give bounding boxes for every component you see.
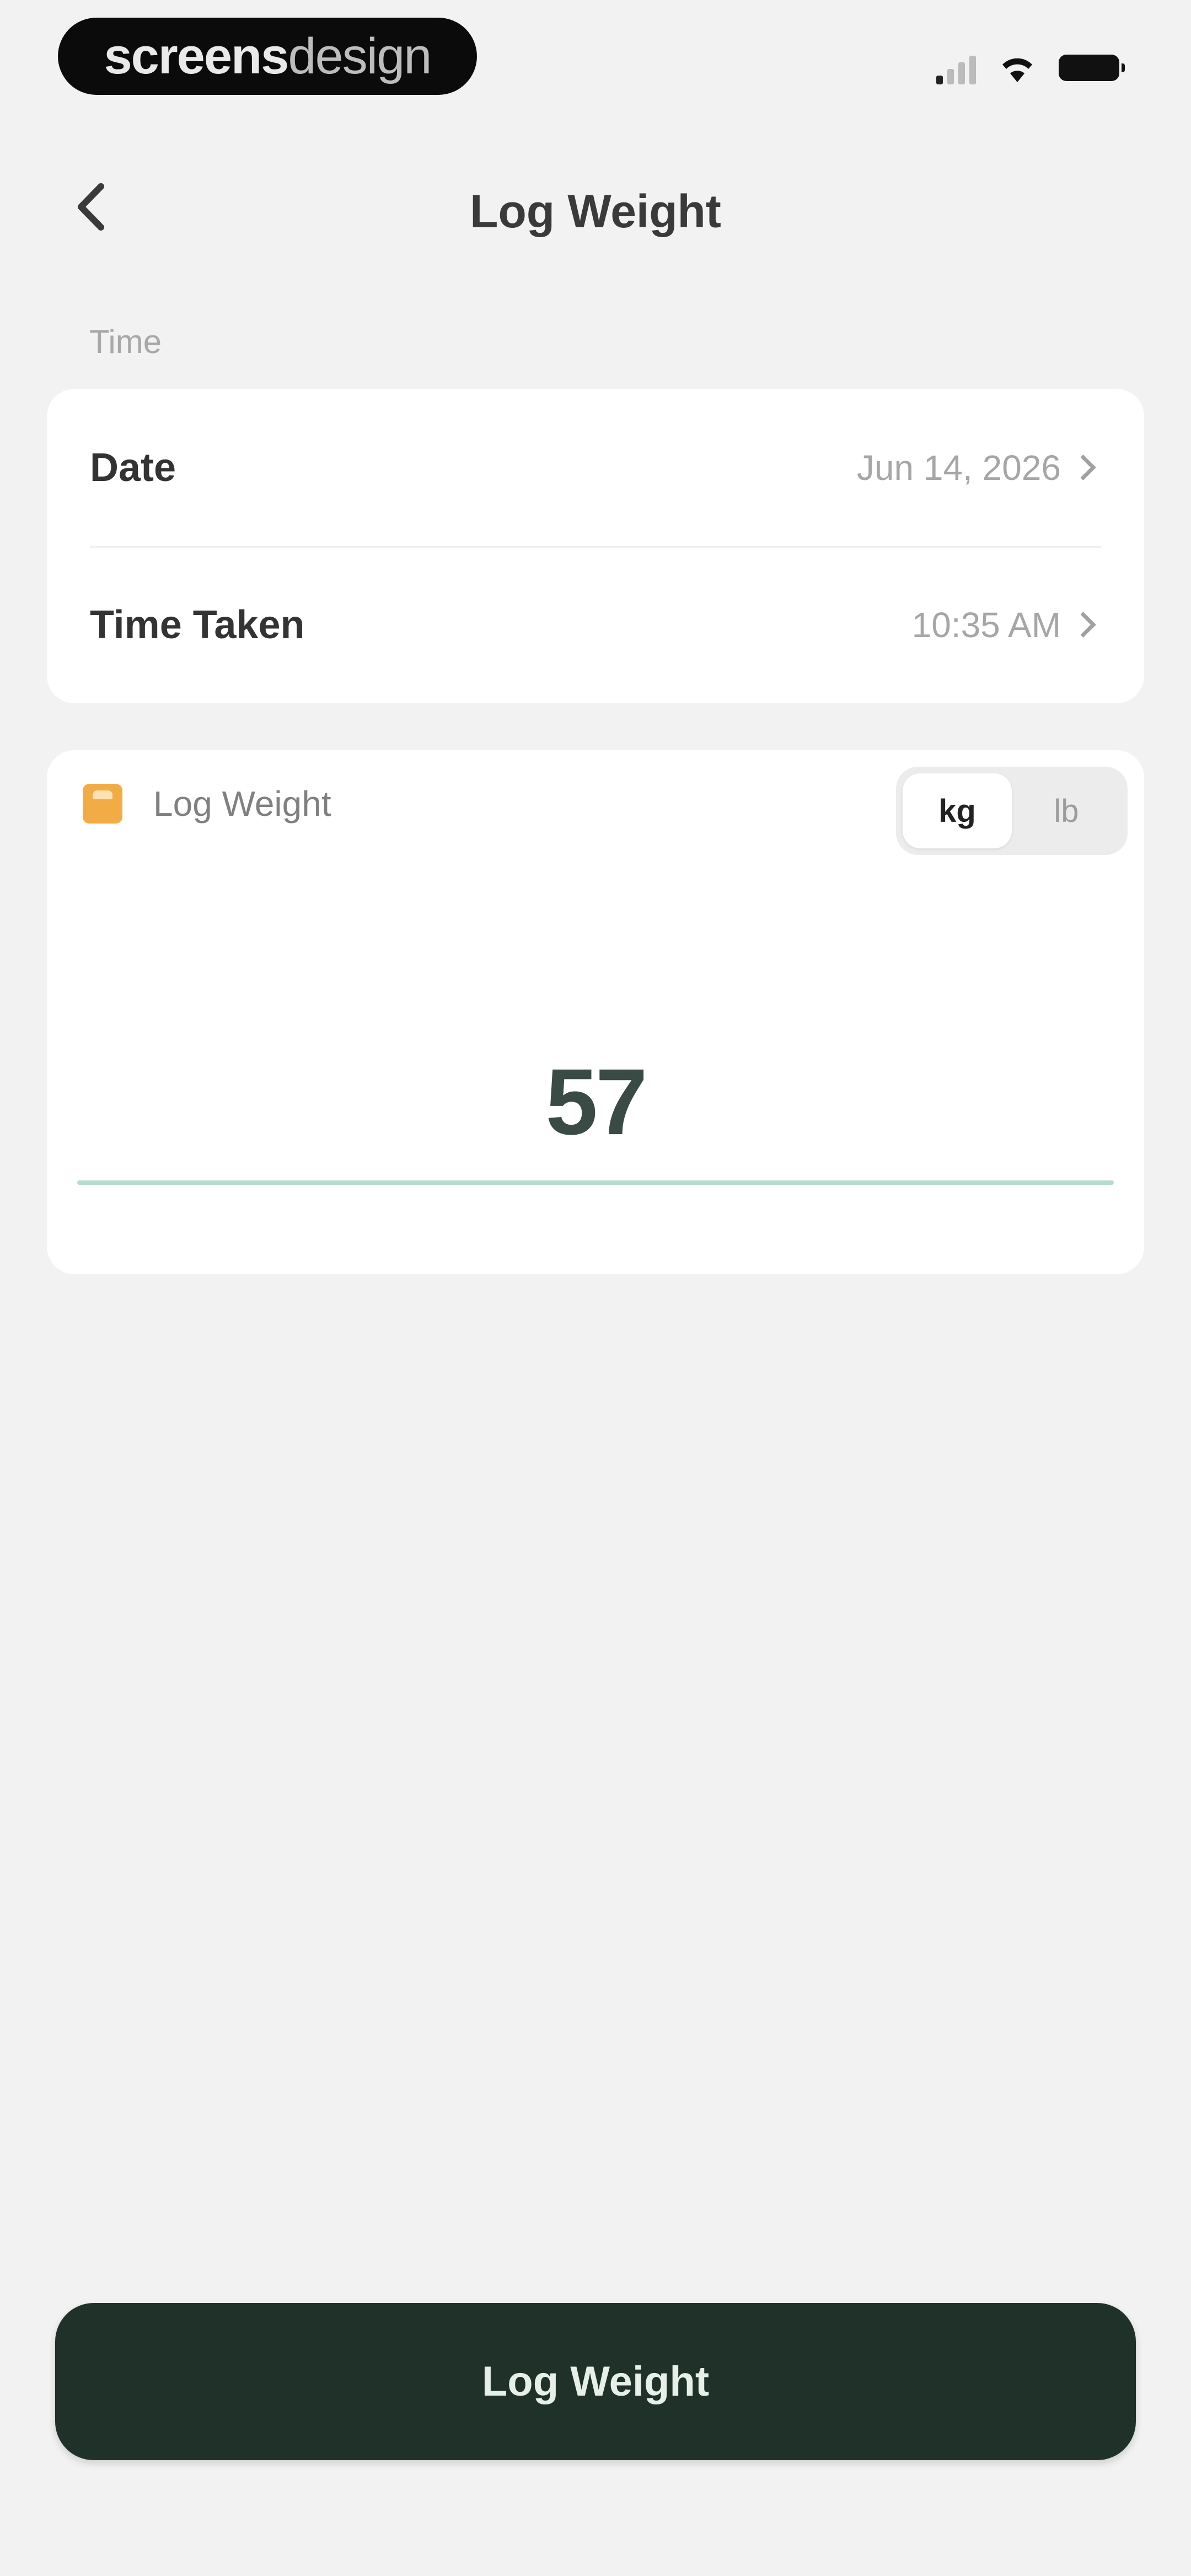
watermark-light: design xyxy=(288,28,432,84)
log-weight-screen: screensdesign Log Weight Time Date Jun 1… xyxy=(0,0,1191,2576)
weight-card-label: Log Weight xyxy=(153,784,331,824)
log-weight-button[interactable]: Log Weight xyxy=(55,2303,1136,2460)
cellular-signal-icon xyxy=(936,51,976,84)
unit-lb-option[interactable]: lb xyxy=(1012,773,1121,848)
watermark-bold: screens xyxy=(104,28,289,84)
time-taken-value-group: 10:35 AM xyxy=(912,605,1101,645)
status-icons xyxy=(936,49,1125,87)
date-row[interactable]: Date Jun 14, 2026 xyxy=(90,389,1101,548)
date-value-group: Jun 14, 2026 xyxy=(857,447,1101,488)
chevron-right-icon xyxy=(1070,612,1096,638)
time-card: Date Jun 14, 2026 Time Taken 10:35 AM xyxy=(47,389,1144,703)
date-value: Jun 14, 2026 xyxy=(856,447,1061,488)
status-bar: screensdesign xyxy=(0,0,1191,121)
date-label: Date xyxy=(90,445,176,490)
page-title: Log Weight xyxy=(470,185,721,237)
time-taken-row[interactable]: Time Taken 10:35 AM xyxy=(90,546,1101,703)
unit-kg-option[interactable]: kg xyxy=(903,773,1012,848)
weight-card: Log Weight kg lb 57 xyxy=(47,750,1144,1274)
time-taken-label: Time Taken xyxy=(90,602,305,647)
battery-icon xyxy=(1059,55,1125,81)
watermark-logo: screensdesign xyxy=(58,18,477,95)
weight-input[interactable]: 57 xyxy=(47,1048,1144,1156)
time-taken-value: 10:35 AM xyxy=(911,605,1061,645)
weight-input-underline xyxy=(77,1180,1114,1185)
time-section-label: Time xyxy=(89,323,162,360)
chevron-right-icon xyxy=(1070,455,1096,480)
weight-card-header: Log Weight xyxy=(83,783,331,824)
wifi-icon xyxy=(998,52,1037,83)
scale-icon xyxy=(83,784,122,824)
unit-toggle: kg lb xyxy=(896,767,1128,855)
